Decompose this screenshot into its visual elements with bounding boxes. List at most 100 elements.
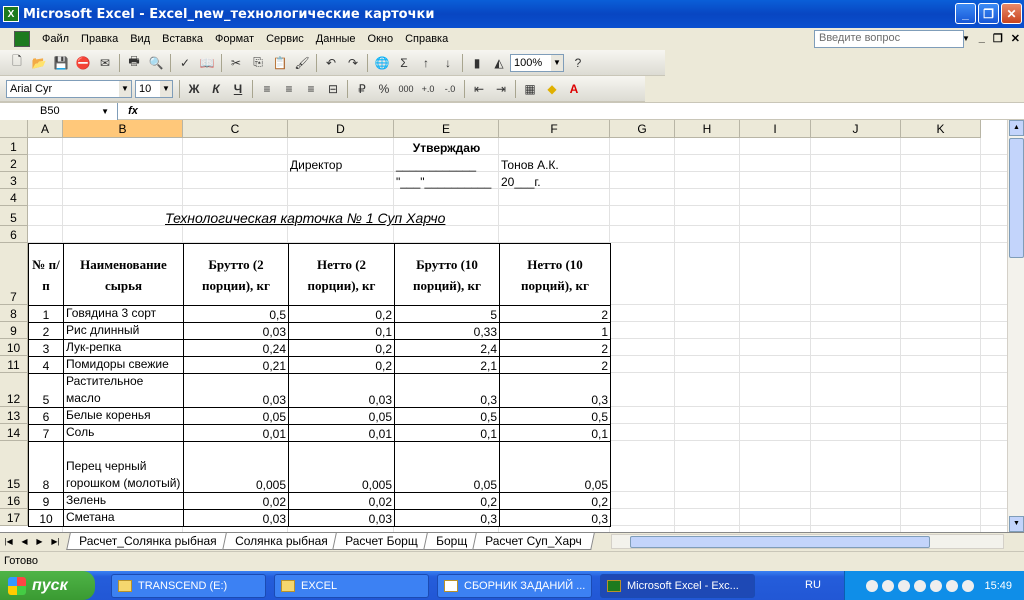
font-name-combo[interactable]: Arial Cyr ▼ — [6, 79, 132, 98]
table-cell[interactable]: 0,02 — [288, 492, 395, 510]
table-cell[interactable]: 0,05 — [288, 407, 395, 425]
table-cell[interactable]: 0,03 — [288, 373, 395, 408]
print-icon[interactable]: 🖶 — [123, 53, 145, 73]
chart-wizard-icon[interactable]: ▮ — [466, 53, 488, 73]
tray-icon[interactable] — [866, 579, 879, 592]
horizontal-scroll-thumb[interactable] — [630, 536, 930, 548]
borders-icon[interactable]: ▦ — [519, 79, 541, 99]
open-icon[interactable]: 📂 — [28, 53, 50, 73]
chevron-down-icon[interactable]: ▼ — [119, 80, 131, 97]
row-header[interactable]: 6 — [0, 226, 28, 243]
help-question-input[interactable]: Введите вопрос — [814, 30, 964, 48]
taskbar-item[interactable]: СБОРНИК ЗАДАНИЙ ... — [437, 573, 592, 598]
increase-decimal-icon[interactable]: +.0 — [417, 79, 439, 99]
table-cell[interactable]: 0,03 — [183, 509, 289, 527]
table-cell[interactable]: 0,3 — [499, 373, 611, 408]
table-cell[interactable]: 0,05 — [394, 441, 500, 493]
table-cell[interactable]: 0,03 — [183, 322, 289, 340]
row-header[interactable]: 8 — [0, 305, 28, 322]
italic-button[interactable]: К — [205, 79, 227, 99]
column-header[interactable]: C — [183, 120, 288, 138]
column-header[interactable]: K — [901, 120, 981, 138]
table-cell[interactable]: 6 — [28, 407, 64, 425]
taskbar-item-active[interactable]: Microsoft Excel - Exc... — [600, 573, 755, 598]
table-cell[interactable]: 0,2 — [288, 339, 395, 357]
font-color-icon[interactable]: A — [563, 79, 585, 99]
help-dropdown-icon[interactable]: ▼ — [960, 30, 972, 48]
column-header[interactable]: F — [499, 120, 610, 138]
table-cell[interactable]: 5 — [394, 305, 500, 323]
undo-icon[interactable]: ↶ — [320, 53, 342, 73]
row-header[interactable]: 12 — [0, 373, 28, 407]
underline-button[interactable]: Ч — [227, 79, 249, 99]
row-header[interactable]: 17 — [0, 509, 28, 526]
autosum-icon[interactable]: Σ — [393, 53, 415, 73]
table-cell[interactable]: 0,5 — [499, 407, 611, 425]
maximize-button[interactable]: ❐ — [978, 3, 999, 24]
research-icon[interactable]: 📖 — [196, 53, 218, 73]
table-cell[interactable]: 7 — [28, 424, 64, 442]
chevron-down-icon[interactable]: ▼ — [101, 103, 109, 120]
table-cell[interactable]: 0,005 — [183, 441, 289, 493]
table-cell[interactable]: 0,01 — [288, 424, 395, 442]
column-header[interactable]: J — [811, 120, 901, 138]
row-header[interactable]: 3 — [0, 172, 28, 189]
table-cell[interactable]: 0,05 — [183, 407, 289, 425]
column-header[interactable]: G — [610, 120, 675, 138]
table-cell[interactable]: 0,3 — [499, 509, 611, 527]
name-box[interactable]: B50 ▼ — [0, 102, 118, 120]
minimize-button[interactable]: _ — [955, 3, 976, 24]
insert-function-icon[interactable]: fx — [118, 105, 148, 117]
select-all-corner[interactable] — [0, 120, 28, 138]
email-icon[interactable]: ✉ — [94, 53, 116, 73]
table-cell[interactable]: 1 — [28, 305, 64, 323]
menu-format[interactable]: Формат — [209, 33, 260, 45]
new-icon[interactable]: 🗋 — [6, 53, 28, 73]
scroll-down-icon[interactable]: ▼ — [1009, 516, 1024, 532]
merge-center-icon[interactable]: ⊟ — [322, 79, 344, 99]
currency-icon[interactable]: ₽ — [351, 79, 373, 99]
table-cell[interactable]: 0,3 — [394, 373, 500, 408]
ingredient-name-cell[interactable]: Сметана — [63, 509, 184, 527]
drawing-icon[interactable]: ◭ — [488, 53, 510, 73]
excel-app-icon[interactable]: X — [3, 6, 19, 22]
column-header[interactable]: D — [288, 120, 394, 138]
table-cell[interactable]: 3 — [28, 339, 64, 357]
tray-icon[interactable] — [882, 579, 895, 592]
redo-icon[interactable]: ↷ — [342, 53, 364, 73]
ingredient-name-cell[interactable]: Зелень — [63, 492, 184, 510]
menu-edit[interactable]: Правка — [75, 33, 124, 45]
column-header[interactable]: B — [63, 120, 183, 138]
table-cell[interactable]: 4 — [28, 356, 64, 374]
bold-button[interactable]: Ж — [183, 79, 205, 99]
menu-insert[interactable]: Вставка — [156, 33, 209, 45]
menu-tools[interactable]: Сервис — [260, 33, 310, 45]
menu-help[interactable]: Справка — [399, 33, 454, 45]
table-cell[interactable]: 0,33 — [394, 322, 500, 340]
table-cell[interactable]: 0,1 — [394, 424, 500, 442]
approve-label[interactable]: Утверждаю — [394, 138, 499, 155]
menu-data[interactable]: Данные — [310, 33, 362, 45]
director-name[interactable]: Тонов А.К. — [499, 155, 610, 172]
table-header-cell[interactable]: Наименование сырья — [63, 243, 184, 306]
row-header[interactable]: 10 — [0, 339, 28, 356]
column-header[interactable]: A — [28, 120, 63, 138]
cut-icon[interactable]: ✂ — [225, 53, 247, 73]
ingredient-name-cell[interactable]: Перец черный горошком (молотый) — [63, 441, 184, 493]
row-header[interactable]: 13 — [0, 407, 28, 424]
ingredient-name-cell[interactable]: Говядина 3 сорт — [63, 305, 184, 323]
next-sheet-icon[interactable]: ▶ — [36, 537, 42, 546]
table-cell[interactable]: 0,5 — [183, 305, 289, 323]
table-cell[interactable]: 9 — [28, 492, 64, 510]
table-cell[interactable]: 0,2 — [288, 356, 395, 374]
format-painter-icon[interactable]: 🖌 — [291, 53, 313, 73]
print-preview-icon[interactable]: 🔍 — [145, 53, 167, 73]
sheet-tab[interactable]: Борщ — [423, 533, 480, 550]
increase-indent-icon[interactable]: ⇥ — [490, 79, 512, 99]
menu-window[interactable]: Окно — [362, 33, 400, 45]
scroll-up-icon[interactable]: ▲ — [1009, 120, 1024, 136]
row-header[interactable]: 4 — [0, 189, 28, 206]
percent-button[interactable]: % — [373, 79, 395, 99]
table-cell[interactable]: 0,005 — [288, 441, 395, 493]
first-sheet-icon[interactable]: |◀ — [4, 537, 12, 546]
